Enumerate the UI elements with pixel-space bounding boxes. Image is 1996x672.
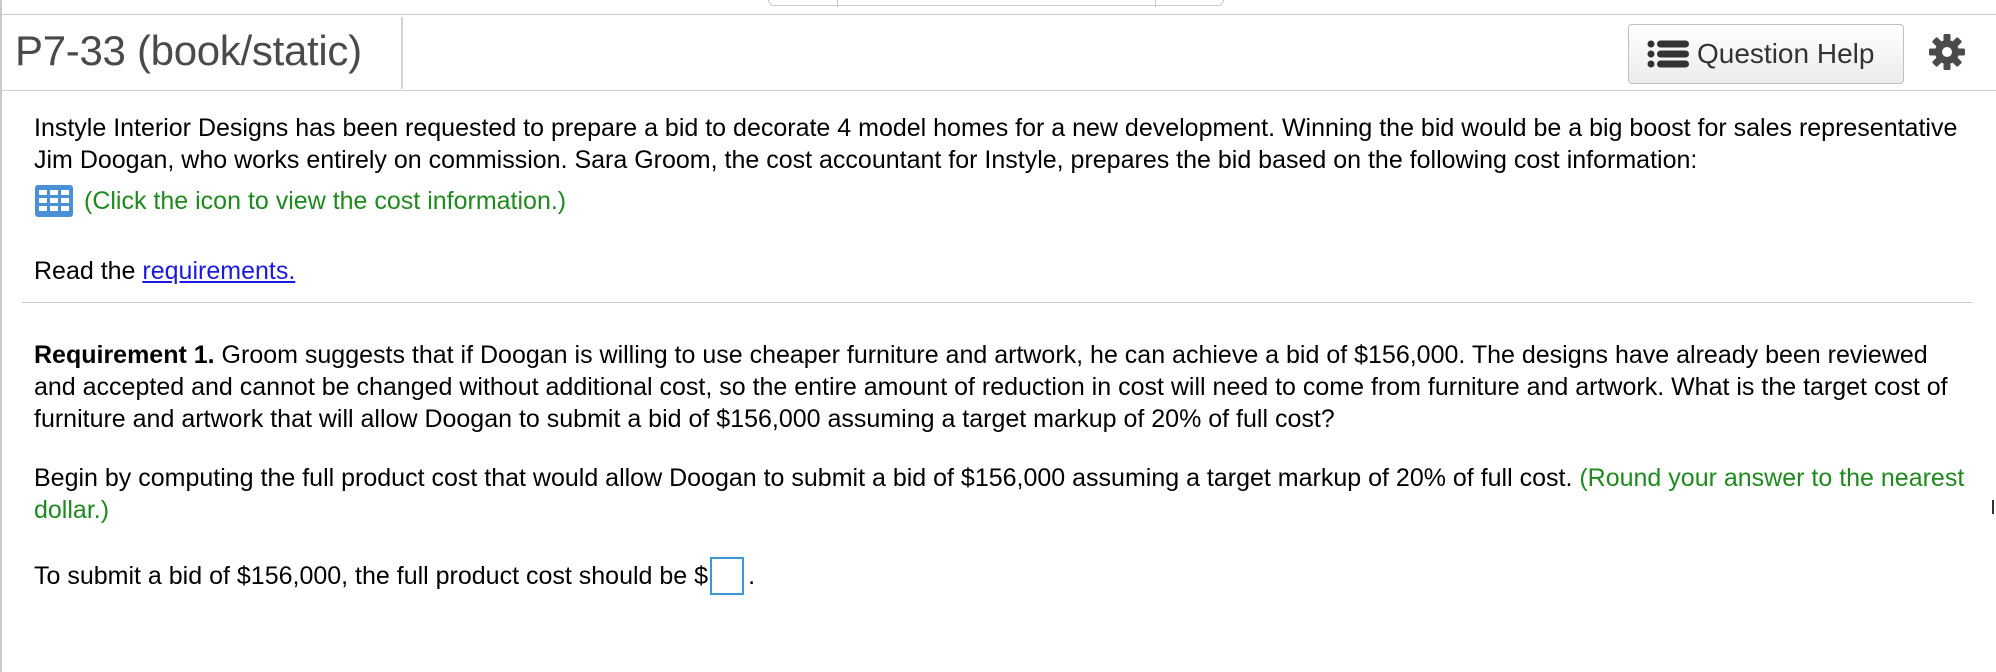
requirement-1-label: Requirement 1. (34, 341, 215, 369)
page-title: P7-33 (book/static) (15, 27, 362, 74)
top-tab-strip (768, 0, 1224, 7)
cost-info-row[interactable]: (Click the icon to view the cost informa… (34, 184, 1974, 218)
answer-prefix: To submit a bid of $156,000, the full pr… (34, 562, 709, 590)
section-divider (22, 302, 1972, 303)
requirement-1-section: Requirement 1. Groom suggests that if Do… (34, 339, 1974, 595)
read-requirements-line: Read the requirements. (34, 255, 1974, 287)
begin-text: Begin by computing the full product cost… (34, 464, 1580, 492)
question-help-button[interactable]: Question Help (1628, 24, 1904, 84)
cost-info-link[interactable]: (Click the icon to view the cost informa… (84, 185, 566, 217)
title-divider (401, 17, 403, 89)
list-icon (1647, 40, 1689, 68)
answer-suffix: . (748, 562, 756, 590)
full-product-cost-input[interactable] (710, 557, 745, 595)
gear-icon[interactable] (1927, 32, 1967, 72)
answer-line: To submit a bid of $156,000, the full pr… (34, 557, 1974, 595)
read-prefix: Read the (34, 257, 136, 285)
begin-instruction: Begin by computing the full product cost… (34, 462, 1974, 526)
question-header: P7-33 (book/static) Question Help (2, 15, 1996, 91)
requirements-link[interactable]: requirements. (142, 257, 295, 285)
table-icon[interactable] (34, 184, 74, 218)
problem-body: Instyle Interior Designs has been reques… (34, 112, 1974, 287)
question-help-label: Question Help (1697, 38, 1875, 69)
requirement-1-text: Requirement 1. Groom suggests that if Do… (34, 339, 1974, 435)
scroll-edge-mark (1992, 500, 1994, 514)
problem-intro: Instyle Interior Designs has been reques… (34, 114, 1958, 174)
requirement-1-body: Groom suggests that if Doogan is willing… (34, 341, 1948, 433)
